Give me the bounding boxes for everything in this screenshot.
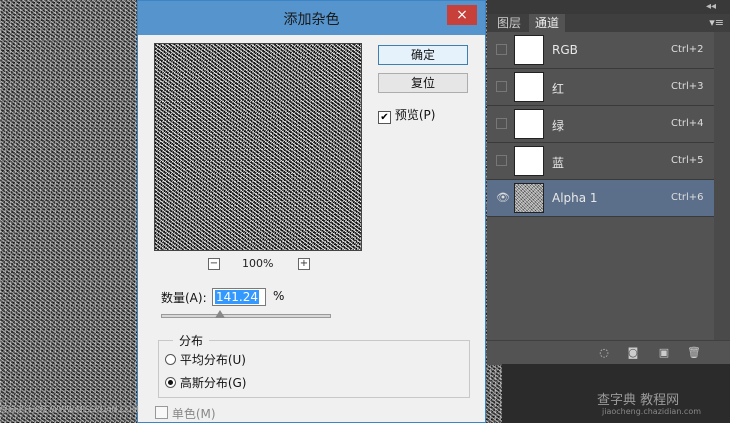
channel-thumbnail xyxy=(514,72,544,102)
amount-unit: % xyxy=(273,289,285,303)
amount-input[interactable]: 141.24 xyxy=(212,288,266,306)
zoom-level: 100% xyxy=(242,257,274,270)
visibility-toggle[interactable] xyxy=(496,118,507,129)
visibility-toggle[interactable] xyxy=(496,81,507,92)
mono-label: 单色(M) xyxy=(171,407,216,421)
panel-menu-icon[interactable]: ▾≡ xyxy=(709,16,724,29)
reset-button[interactable]: 复位 xyxy=(378,73,468,93)
channel-name: 蓝 xyxy=(552,156,565,170)
channel-thumbnail xyxy=(514,109,544,139)
radio-icon[interactable] xyxy=(165,354,176,365)
visibility-toggle[interactable] xyxy=(496,44,507,55)
ok-button[interactable]: 确定 xyxy=(378,45,468,65)
gaussian-radio[interactable]: 高斯分布(G) xyxy=(165,374,247,391)
mask-icon[interactable]: ◙ xyxy=(627,347,639,358)
zoom-controls: − 100% + xyxy=(154,257,362,271)
radio-selected-icon[interactable] xyxy=(165,377,176,388)
channel-name: Alpha 1 xyxy=(552,191,598,205)
channel-thumbnail xyxy=(514,146,544,176)
visibility-toggle[interactable] xyxy=(496,155,507,166)
amount-slider[interactable] xyxy=(161,314,331,318)
panel-footer: ◌ ◙ ▣ 🗑 xyxy=(487,340,730,365)
add-noise-dialog: 添加杂色 × − 100% + 确定 复位 ✔ 预览(P) 数量(A): 141… xyxy=(137,0,486,423)
channel-row-rgb[interactable]: RGB Ctrl+2 xyxy=(487,32,714,69)
channels-panel: ◂◂ 图层 通道 ▾≡ RGB Ctrl+2 红 Ctrl+3 绿 Ctrl+4… xyxy=(487,0,730,365)
preview-image[interactable] xyxy=(154,43,362,251)
channel-name: RGB xyxy=(552,43,578,57)
channel-shortcut: Ctrl+3 xyxy=(671,81,704,92)
channel-row-green[interactable]: 绿 Ctrl+4 xyxy=(487,106,714,143)
zoom-in-button[interactable]: + xyxy=(298,258,310,270)
channel-shortcut: Ctrl+5 xyxy=(671,155,704,166)
preview-checkbox[interactable]: ✔ 预览(P) xyxy=(378,106,435,124)
slider-thumb[interactable] xyxy=(215,310,225,318)
uniform-radio[interactable]: 平均分布(U) xyxy=(165,351,246,368)
tab-layers[interactable]: 图层 xyxy=(491,14,527,32)
tab-channels[interactable]: 通道 xyxy=(529,14,566,32)
collapse-icon[interactable]: ◂◂ xyxy=(706,1,716,12)
watermark-url: jiaocheng.chazidian.com xyxy=(602,407,702,416)
channel-name: 红 xyxy=(552,82,565,96)
panel-header: ◂◂ xyxy=(487,0,730,14)
distribution-title: 分布 xyxy=(173,332,210,349)
dialog-titlebar: 添加杂色 × xyxy=(138,1,485,35)
channel-thumbnail xyxy=(514,183,544,213)
zoom-out-button[interactable]: − xyxy=(208,258,220,270)
monochromatic-checkbox[interactable]: 单色(M) xyxy=(155,405,216,422)
channel-shortcut: Ctrl+2 xyxy=(671,44,704,55)
watermark-title: 查字典 教程网 xyxy=(597,393,680,408)
dialog-title: 添加杂色 xyxy=(283,12,340,28)
channel-row-alpha[interactable]: 👁 Alpha 1 Ctrl+6 xyxy=(487,180,714,217)
mono-checkbox-icon[interactable] xyxy=(155,406,168,419)
channel-shortcut: Ctrl+6 xyxy=(671,192,704,203)
channel-thumbnail xyxy=(514,35,544,65)
uniform-label: 平均分布(U) xyxy=(179,353,246,367)
amount-label: 数量(A): xyxy=(161,291,207,305)
watermark-left: 思缘设计论坛 WWW.MISSYUAN.COM xyxy=(0,405,139,414)
gaussian-label: 高斯分布(G) xyxy=(179,376,247,390)
channel-name: 绿 xyxy=(552,119,565,133)
checkbox-icon[interactable]: ✔ xyxy=(378,111,391,124)
trash-icon[interactable]: 🗑 xyxy=(687,347,701,358)
panel-scrollbar[interactable] xyxy=(714,32,730,340)
eye-icon[interactable]: 👁 xyxy=(496,192,510,203)
amount-value[interactable]: 141.24 xyxy=(215,290,259,304)
dotted-circle-icon[interactable]: ◌ xyxy=(598,347,610,358)
preview-label: 预览(P) xyxy=(394,108,436,122)
new-channel-icon[interactable]: ▣ xyxy=(658,347,670,358)
channel-row-blue[interactable]: 蓝 Ctrl+5 xyxy=(487,143,714,180)
channel-shortcut: Ctrl+4 xyxy=(671,118,704,129)
panel-tabs: 图层 通道 ▾≡ xyxy=(487,14,730,32)
channel-row-red[interactable]: 红 Ctrl+3 xyxy=(487,69,714,106)
close-button[interactable]: × xyxy=(447,5,477,25)
